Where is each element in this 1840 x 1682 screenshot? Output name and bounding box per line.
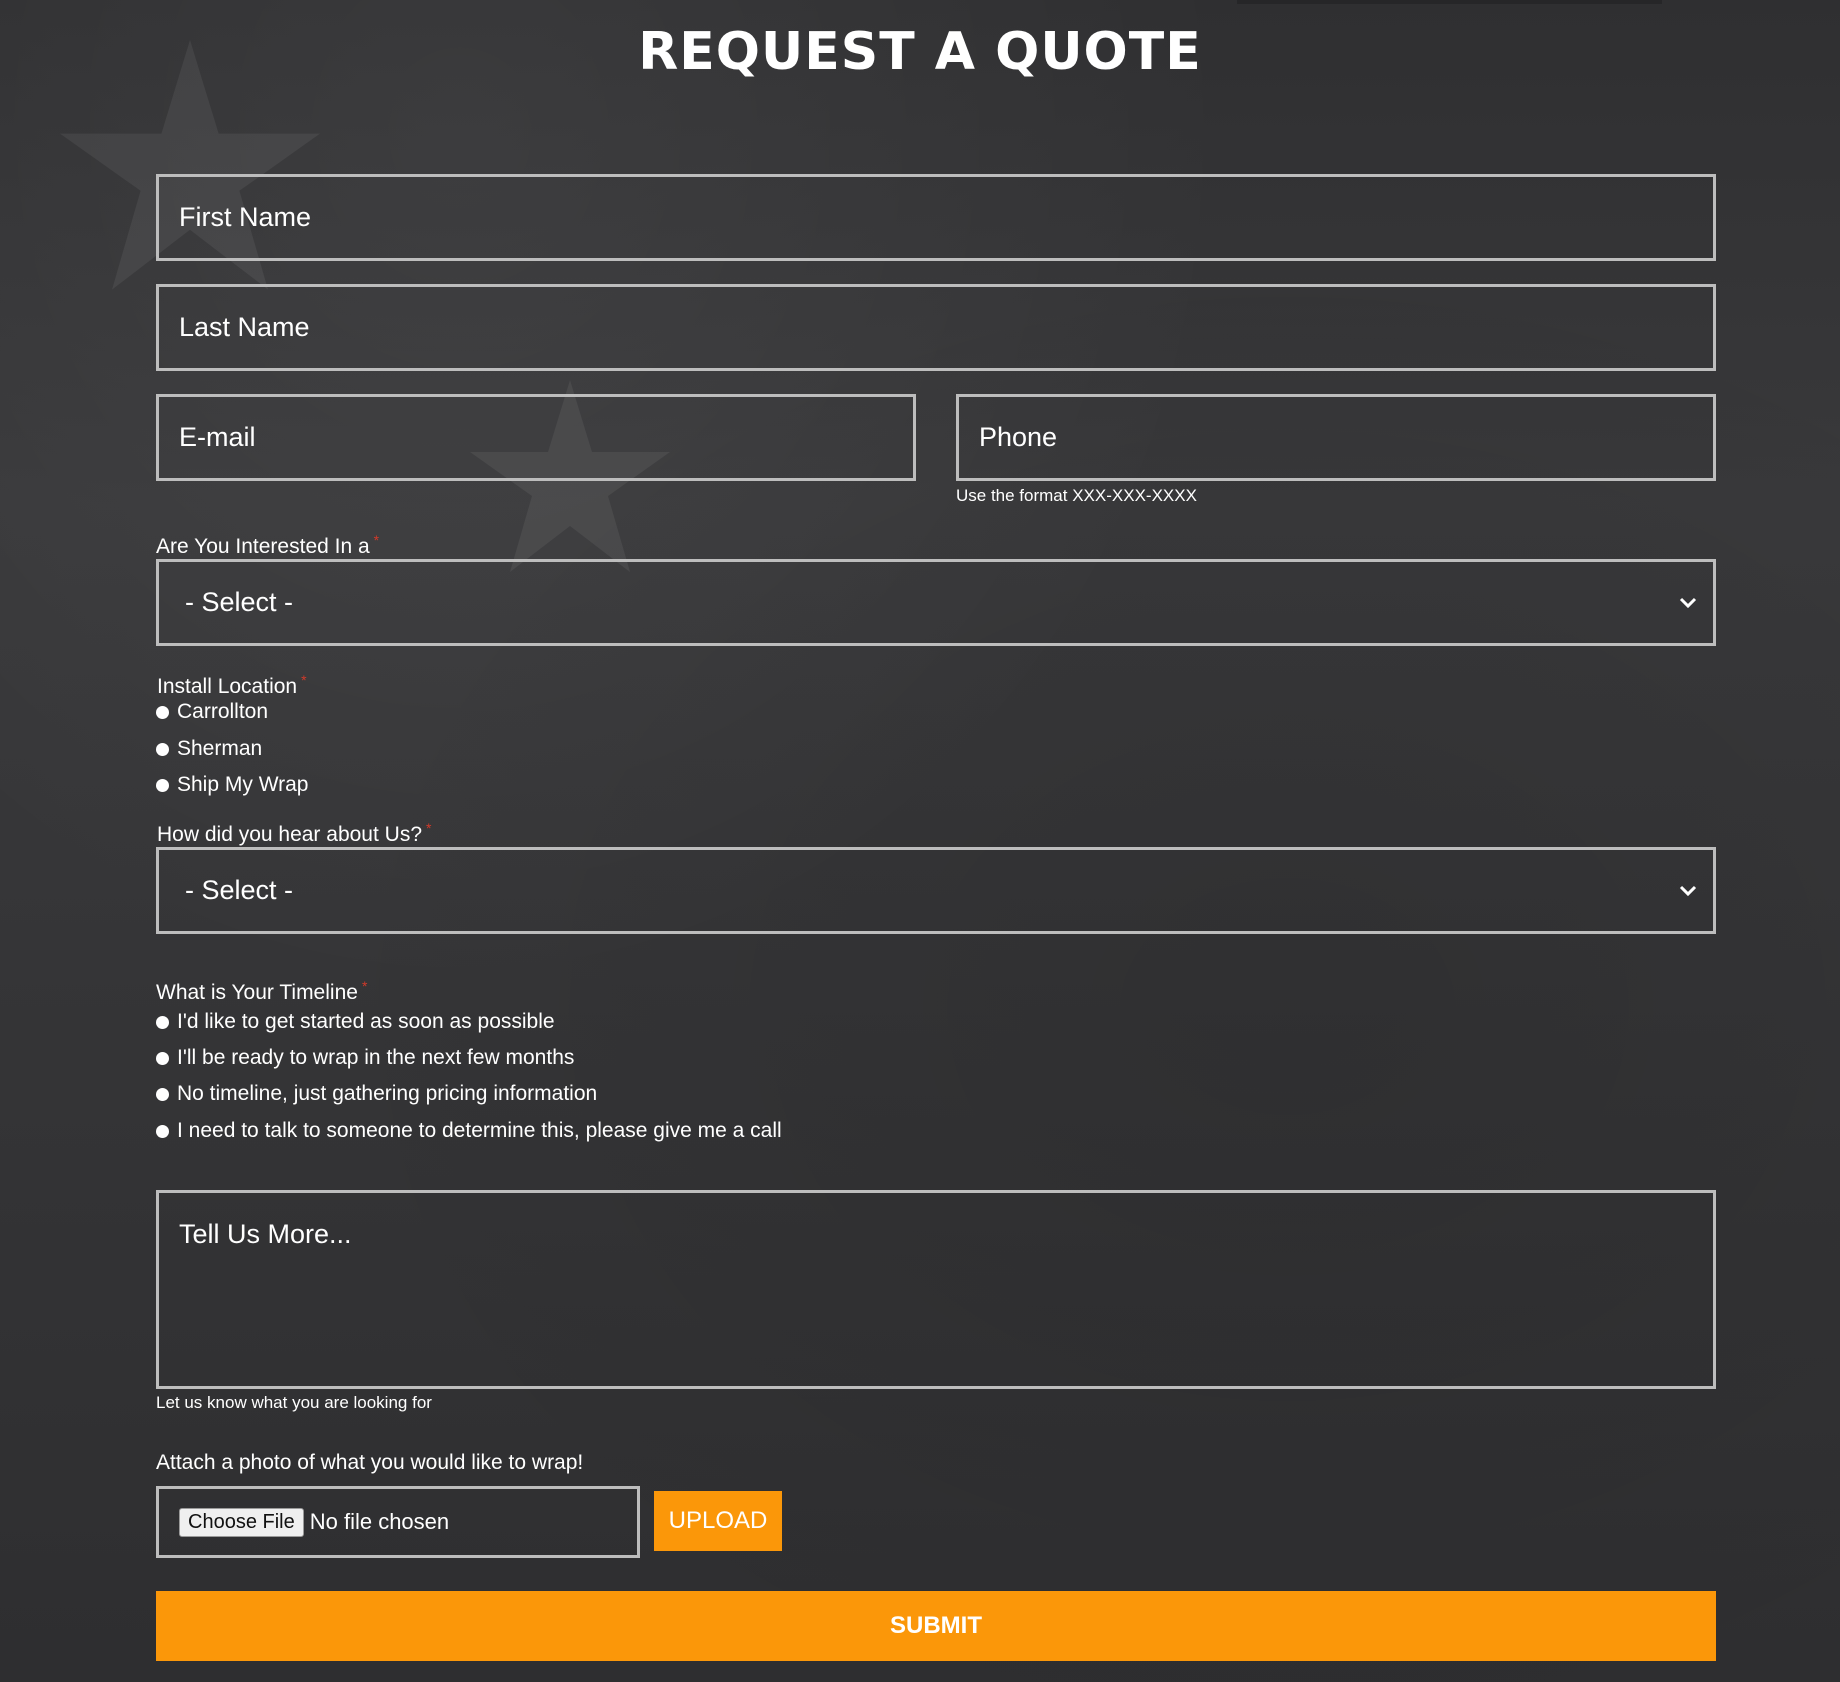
chevron-down-icon bbox=[1677, 880, 1699, 902]
required-marker: * bbox=[373, 532, 380, 548]
last-name-input[interactable] bbox=[156, 284, 1716, 371]
phone-input[interactable] bbox=[956, 394, 1716, 481]
timeline-label: What is Your Timeline * bbox=[156, 978, 367, 1005]
radio-icon[interactable] bbox=[156, 1087, 169, 1101]
referral-selected-value: - Select - bbox=[185, 875, 294, 905]
interest-label: Are You Interested In a * bbox=[156, 532, 379, 559]
page-title: REQUEST A QUOTE bbox=[638, 22, 1202, 82]
referral-label-text: How did you hear about Us? bbox=[157, 823, 422, 846]
timeline-option-no-timeline[interactable]: No timeline, just gathering pricing info… bbox=[156, 1082, 597, 1106]
quote-form-container: REQUEST A QUOTE Use the format XXX-XXX-X… bbox=[0, 0, 1840, 1682]
install-location-option-carrollton[interactable]: Carrollton bbox=[156, 700, 268, 724]
radio-option-label: Ship My Wrap bbox=[177, 773, 309, 796]
radio-option-label: I'll be ready to wrap in the next few mo… bbox=[177, 1046, 575, 1069]
radio-option-label: No timeline, just gathering pricing info… bbox=[177, 1082, 598, 1105]
referral-label: How did you hear about Us? * bbox=[157, 820, 431, 847]
message-textarea[interactable] bbox=[156, 1190, 1716, 1389]
radio-icon[interactable] bbox=[156, 1051, 169, 1065]
radio-icon[interactable] bbox=[156, 742, 169, 756]
install-location-label: Install Location * bbox=[157, 672, 307, 699]
radio-option-label: I need to talk to someone to determine t… bbox=[177, 1119, 782, 1142]
interest-label-text: Are You Interested In a bbox=[156, 535, 370, 558]
radio-icon[interactable] bbox=[156, 778, 169, 792]
timeline-option-few-months[interactable]: I'll be ready to wrap in the next few mo… bbox=[156, 1046, 574, 1070]
file-status-text: No file chosen bbox=[309, 1509, 450, 1534]
required-marker: * bbox=[426, 820, 432, 836]
timeline-label-text: What is Your Timeline bbox=[156, 981, 358, 1004]
radio-icon[interactable] bbox=[156, 1015, 169, 1029]
radio-icon[interactable] bbox=[156, 705, 169, 719]
install-location-label-text: Install Location bbox=[157, 675, 298, 698]
timeline-option-asap[interactable]: I'd like to get started as soon as possi… bbox=[156, 1010, 555, 1034]
phone-format-hint: Use the format XXX-XXX-XXXX bbox=[956, 486, 1197, 505]
required-marker: * bbox=[361, 978, 368, 994]
upload-button[interactable]: UPLOAD bbox=[654, 1491, 782, 1551]
attachment-label: Attach a photo of what you would like to… bbox=[156, 1451, 584, 1474]
interest-select[interactable]: - Select - bbox=[156, 559, 1716, 646]
file-input[interactable]: Choose File No file chosen bbox=[156, 1486, 640, 1558]
radio-option-label: Sherman bbox=[177, 737, 263, 760]
interest-selected-value: - Select - bbox=[185, 587, 294, 617]
required-marker: * bbox=[301, 672, 307, 688]
install-location-option-ship-my-wrap[interactable]: Ship My Wrap bbox=[156, 773, 309, 797]
choose-file-button[interactable]: Choose File bbox=[179, 1507, 304, 1537]
timeline-option-call-me[interactable]: I need to talk to someone to determine t… bbox=[156, 1119, 782, 1143]
install-location-option-sherman[interactable]: Sherman bbox=[156, 737, 262, 761]
radio-icon[interactable] bbox=[156, 1124, 169, 1138]
email-input[interactable] bbox=[156, 394, 916, 481]
chevron-down-icon bbox=[1677, 592, 1699, 614]
radio-option-label: Carrollton bbox=[177, 700, 269, 723]
message-hint: Let us know what you are looking for bbox=[156, 1393, 432, 1412]
radio-option-label: I'd like to get started as soon as possi… bbox=[177, 1010, 555, 1033]
submit-button[interactable]: SUBMIT bbox=[156, 1591, 1716, 1661]
first-name-input[interactable] bbox=[156, 174, 1716, 261]
referral-select[interactable]: - Select - bbox=[156, 847, 1716, 934]
